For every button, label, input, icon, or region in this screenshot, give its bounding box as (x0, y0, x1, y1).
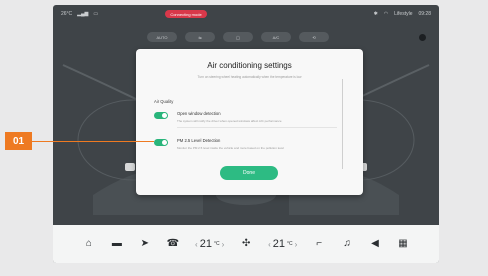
status-left: 26°C ▂▄▆ ▭ (61, 11, 98, 17)
volume-icon[interactable]: ◀ (369, 239, 381, 249)
mode-auto-button[interactable]: AUTO (147, 32, 177, 42)
done-button[interactable]: Done (220, 166, 278, 180)
right-temp-unit: °C (287, 241, 293, 247)
user-name[interactable]: Lifestyle (394, 11, 412, 17)
left-temp-up-icon[interactable]: › (222, 240, 225, 249)
climate-mode-row: AUTO ⇋ ◯ A/C ⟲ (147, 32, 329, 42)
mode-ac-button[interactable]: A/C (261, 32, 291, 42)
callout-badge: 01 (5, 132, 32, 150)
mode-sync-button[interactable]: ⟲ (299, 32, 329, 42)
clock: 09:28 (418, 11, 431, 17)
setting-title: PM 2.5 Level Detection (177, 138, 221, 143)
seat-icon[interactable]: ⌐ (313, 239, 325, 249)
signal-icon: ▂▄▆ (77, 11, 89, 17)
seat-heat-left-icon (125, 163, 135, 171)
callout-line (32, 141, 154, 142)
setting-title: Open window detection (177, 111, 221, 116)
open-window-toggle[interactable] (154, 112, 168, 119)
status-pill: Connecting mode (165, 10, 207, 18)
home-icon[interactable]: ⌂ (83, 239, 95, 249)
setting-description: Monitor the PM 2.5 level inside the vehi… (177, 146, 284, 150)
bottom-dock: ⌂ ▬ ➤ ☎ ‹ 21 °C › ✣ ‹ 21 °C › ⌐ ♫ ◀ ▦ (53, 225, 439, 263)
section-air-quality: Air Quality (154, 99, 174, 104)
right-temp-value: 21 (272, 238, 285, 250)
left-temp-unit: °C (213, 241, 220, 247)
fan-icon[interactable]: ✣ (240, 239, 252, 249)
apps-icon[interactable]: ▦ (397, 239, 409, 249)
dialog-title: Air conditioning settings (207, 61, 292, 70)
air-conditioning-settings-dialog: Air conditioning settings Turn on steeri… (136, 49, 363, 195)
mode-power-button[interactable]: ◯ (223, 32, 253, 42)
pm25-toggle[interactable] (154, 139, 168, 146)
left-temperature-control[interactable]: ‹ 21 °C › (195, 238, 224, 250)
left-temp-value: 21 (199, 238, 212, 250)
car-icon[interactable]: ▬ (111, 239, 123, 249)
right-temperature-control[interactable]: ‹ 21 °C › (268, 238, 297, 250)
phone-icon[interactable]: ☎ (167, 239, 179, 249)
right-temp-down-icon[interactable]: ‹ (268, 240, 271, 249)
row-divider (177, 127, 337, 128)
dialog-scrollbar[interactable] (342, 79, 343, 169)
dialog-subtitle: Turn on steering wheel heating automatic… (197, 75, 302, 79)
navigation-icon[interactable]: ➤ (139, 239, 151, 249)
battery-icon: ▭ (93, 11, 99, 17)
outside-temperature: 26°C (61, 11, 73, 17)
status-bar: 26°C ▂▄▆ ▭ Connecting mode ✱ ◠ Lifestyle… (53, 5, 439, 23)
mode-recirculate-button[interactable]: ⇋ (185, 32, 215, 42)
right-temp-up-icon[interactable]: › (295, 240, 298, 249)
toggle-knob (162, 113, 167, 118)
wifi-icon: ◠ (383, 11, 389, 17)
settings-dot-icon[interactable] (419, 34, 426, 41)
bluetooth-icon: ✱ (373, 11, 378, 17)
toggle-knob (162, 140, 167, 145)
status-right: ✱ ◠ Lifestyle 09:28 (374, 11, 431, 17)
setting-description: The system will notify the driver when o… (177, 119, 282, 123)
left-temp-down-icon[interactable]: ‹ (195, 240, 198, 249)
music-icon[interactable]: ♫ (341, 239, 353, 249)
